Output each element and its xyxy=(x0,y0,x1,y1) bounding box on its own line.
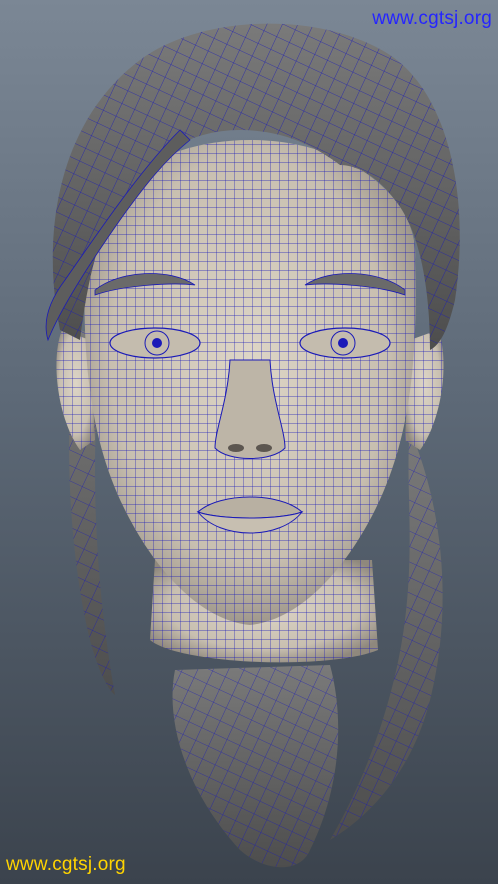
head-model xyxy=(45,23,460,868)
3d-viewport[interactable]: www.cgtsj.org www.cgtsj.org xyxy=(0,0,498,884)
ponytail xyxy=(172,665,339,868)
watermark-top: www.cgtsj.org xyxy=(372,8,492,29)
watermark-bottom: www.cgtsj.org xyxy=(6,854,126,875)
